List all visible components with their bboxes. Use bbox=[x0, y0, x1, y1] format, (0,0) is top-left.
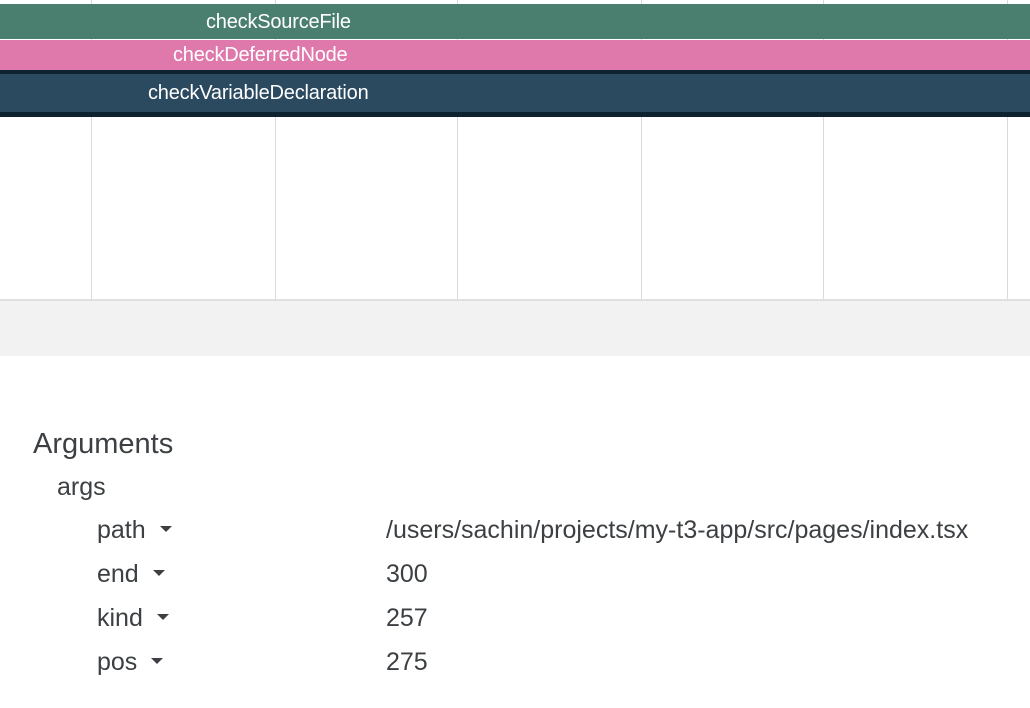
caret-down-icon[interactable] bbox=[156, 614, 169, 621]
args-group-label: args bbox=[57, 473, 106, 501]
caret-down-icon[interactable] bbox=[152, 570, 165, 577]
arguments-heading: Arguments bbox=[33, 428, 174, 460]
slice-check-variable-declaration[interactable]: checkVariableDeclaration bbox=[0, 74, 1030, 112]
slice-check-deferred-node[interactable]: checkDeferredNode bbox=[0, 40, 1030, 70]
details-panel: Arguments args path /users/sachin/projec… bbox=[0, 356, 1030, 708]
arg-key-path[interactable]: path bbox=[97, 516, 172, 545]
arg-value-path: /users/sachin/projects/my-t3-app/src/pag… bbox=[386, 516, 969, 544]
slice-check-source-file[interactable]: checkSourceFile bbox=[0, 4, 1030, 39]
trace-viewer: checkSourceFile checkDeferredNode checkV… bbox=[0, 0, 1030, 708]
arg-key-label: end bbox=[97, 560, 139, 588]
arg-row-pos: pos 275 bbox=[0, 648, 1030, 692]
slice-label: checkVariableDeclaration bbox=[148, 82, 369, 104]
panel-resize-handle[interactable] bbox=[0, 301, 1030, 356]
arg-value-pos: 275 bbox=[386, 648, 428, 676]
arg-row-kind: kind 257 bbox=[0, 604, 1030, 648]
caret-down-icon[interactable] bbox=[151, 658, 164, 665]
arg-row-end: end 300 bbox=[0, 560, 1030, 604]
arg-key-label: path bbox=[97, 516, 146, 544]
arg-value-kind: 257 bbox=[386, 604, 428, 632]
arg-key-label: kind bbox=[97, 604, 143, 632]
flame-chart[interactable]: checkSourceFile checkDeferredNode checkV… bbox=[0, 0, 1030, 301]
slice-label: checkDeferredNode bbox=[173, 44, 348, 66]
arg-value-end: 300 bbox=[386, 560, 428, 588]
caret-down-icon[interactable] bbox=[159, 526, 172, 533]
arg-row-path: path /users/sachin/projects/my-t3-app/sr… bbox=[0, 516, 1030, 560]
slice-separator bbox=[0, 112, 1030, 117]
arg-key-kind[interactable]: kind bbox=[97, 604, 169, 633]
slice-label: checkSourceFile bbox=[206, 10, 351, 33]
arg-key-label: pos bbox=[97, 648, 138, 676]
arg-key-end[interactable]: end bbox=[97, 560, 165, 589]
arg-key-pos[interactable]: pos bbox=[97, 648, 164, 677]
